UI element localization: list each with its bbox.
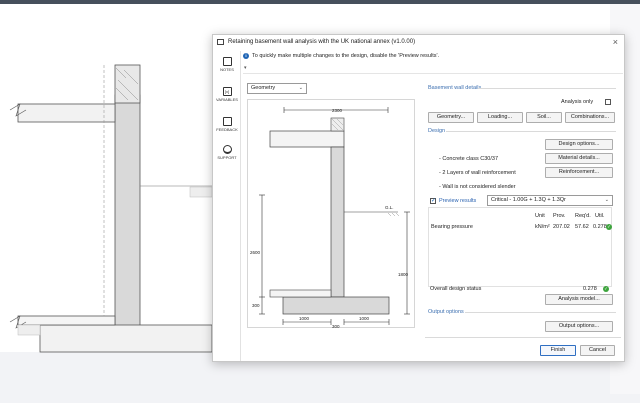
gl-label: G.L. [385,205,394,210]
rail-support[interactable]: SUPPORT [213,145,241,160]
info-text: To quickly make multiple changes to the … [252,53,440,59]
dim-base-text: 300 [252,303,260,308]
check-icon: ✓ [606,224,612,230]
analysis-model-button[interactable]: Analysis model... [545,294,613,305]
headset-icon [222,145,232,154]
dim-heel-text: 1000 [299,316,310,321]
row-util: 0.278 [593,224,607,230]
details-rule [478,88,616,89]
row-name: Bearing pressure [431,224,473,230]
results-table: Unit Prov. Req'd. Util. Bearing pressure… [428,207,612,287]
dim-right-text: 1800 [398,272,409,277]
rail-feedback-label: FEEDBACK [216,127,238,132]
wall-section-svg: 2300 2600 1800 300 1000 1000 300 G.L. [250,107,410,329]
rail-variables[interactable]: [x] VARIABLES [213,87,241,102]
left-rail: NOTES [x] VARIABLES FEEDBACK SUPPORT [213,51,241,361]
col-util: Util. [595,213,605,219]
separator [243,73,623,74]
rail-variables-label: VARIABLES [216,97,238,102]
title-bar: Retaining basement wall analysis with th… [213,35,624,49]
combination-select[interactable]: Critical - 1.00G + 1.3Q + 1.3Qr ⌄ [487,195,613,206]
analysis-only-checkbox[interactable] [605,99,611,105]
design-options-button[interactable]: Design options... [545,139,613,150]
loading-button[interactable]: Loading... [477,112,523,123]
output-section-title: Output options [428,309,464,315]
feedback-icon [222,117,232,126]
preview-results-label[interactable]: Preview results [439,198,476,204]
geometry-button[interactable]: Geometry... [428,112,474,123]
concrete-class-label: - Concrete class C30/37 [439,156,498,162]
cancel-button[interactable]: Cancel [580,345,615,356]
combination-select-value: Critical - 1.00G + 1.3Q + 1.3Qr [491,197,566,203]
view-select-value: Geometry [251,85,276,91]
geometry-drawing: 2300 2600 1800 300 1000 1000 300 G.L. [247,99,415,329]
design-section-title: Design [428,128,446,134]
row-reqd: 57.62 [575,224,589,230]
finish-button[interactable]: Finish [540,345,576,356]
info-icon: i [243,53,249,59]
chevron-down-icon: ⌄ [604,197,609,203]
col-reqd: Req'd. [575,213,591,219]
details-section-title: Basement wall details [428,85,482,91]
col-unit: Unit [535,213,545,219]
rail-notes-label: NOTES [220,67,234,72]
row-prov: 207.02 [553,224,570,230]
overall-status-label: Overall design status [430,286,482,292]
dim-stem-text: 300 [332,324,340,329]
col-prov: Prov. [553,213,566,219]
chevron-down-icon: ⌄ [298,85,303,91]
dim-height-text: 2600 [250,250,261,255]
reinforcement-button[interactable]: Reinforcement... [545,167,613,178]
dim-toe-text: 1000 [359,316,370,321]
design-rule [446,131,616,132]
preview-results-checkbox[interactable] [430,197,436,204]
rail-support-label: SUPPORT [217,155,237,160]
overall-status-value: 0.278 [583,286,597,292]
dim-top-text: 2300 [332,108,343,113]
output-rule [465,312,616,313]
row-unit: kN/m² [535,224,550,230]
variables-icon: [x] [222,87,232,96]
analysis-only-label: Analysis only [561,99,594,105]
close-icon[interactable]: × [613,37,618,47]
notes-icon [222,57,232,66]
view-select[interactable]: Geometry ⌄ [247,83,307,94]
output-options-button[interactable]: Output options... [545,321,613,332]
footer-rule [425,337,621,338]
layers-label: - 2 Layers of wall reinforcement [439,170,516,176]
collapse-caret-icon[interactable]: ▾ [244,65,247,71]
material-details-button[interactable]: Material details... [545,153,613,164]
rail-feedback[interactable]: FEEDBACK [213,117,241,132]
rail-notes[interactable]: NOTES [213,57,241,72]
check-icon: ✓ [603,286,609,292]
window-icon [217,39,224,45]
wall-analysis-dialog: Retaining basement wall analysis with th… [212,34,625,362]
slender-label: - Wall is not considered slender [439,184,516,190]
dialog-title: Retaining basement wall analysis with th… [228,39,416,45]
combinations-button[interactable]: Combinations... [565,112,615,123]
soil-button[interactable]: Soil... [526,112,562,123]
info-bar: i To quickly make multiple changes to th… [243,51,621,61]
